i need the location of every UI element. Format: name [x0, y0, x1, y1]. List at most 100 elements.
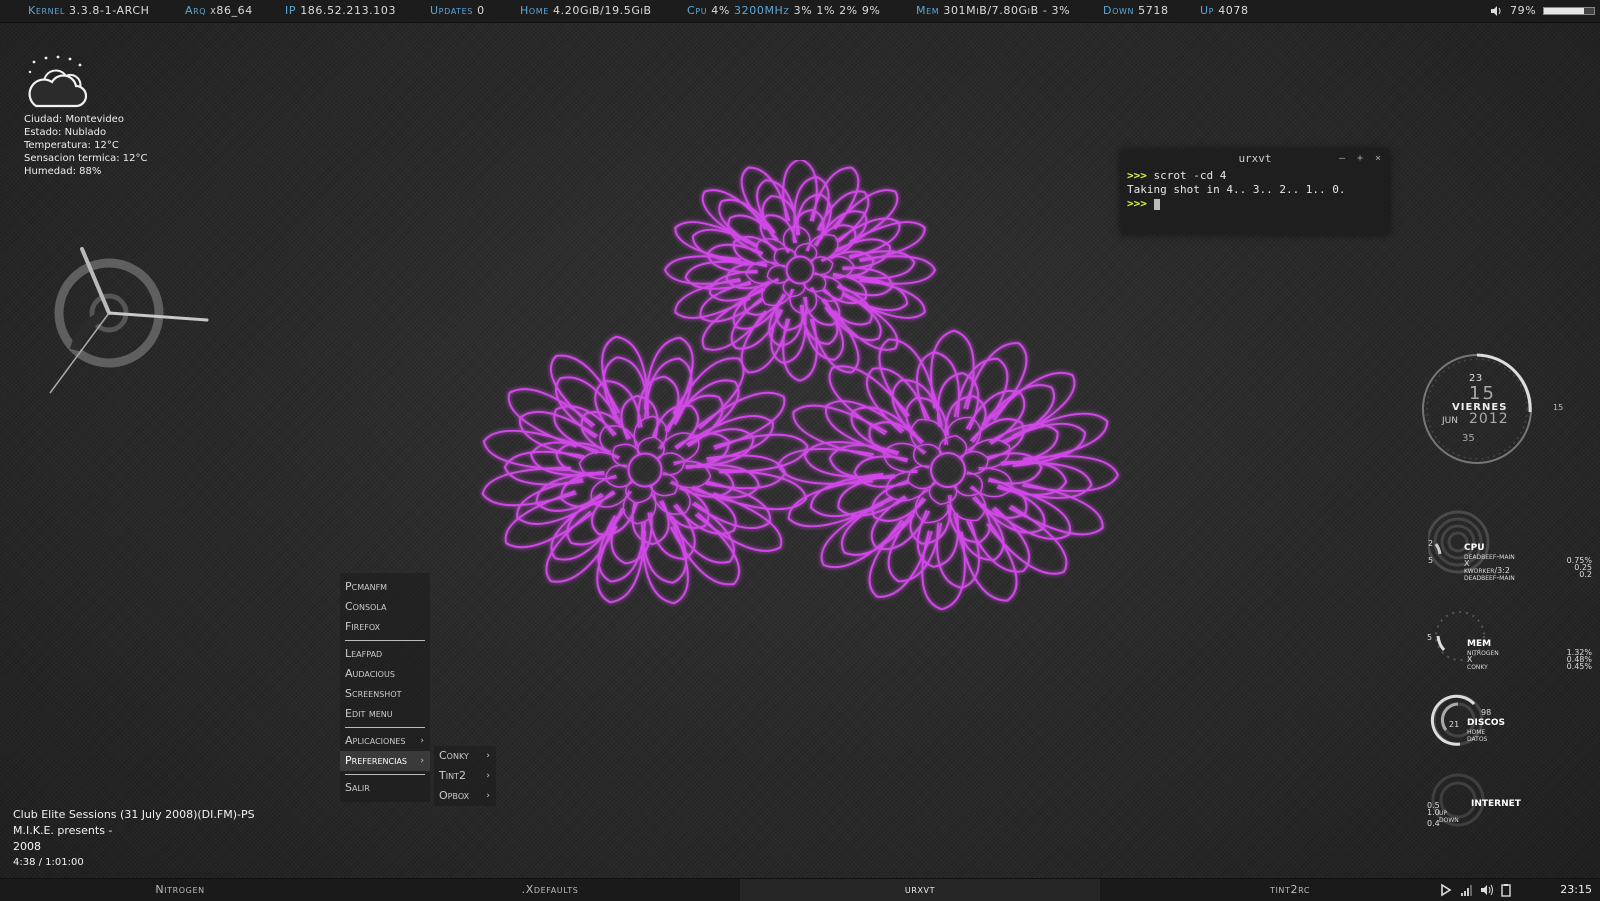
flower-center	[627, 452, 663, 488]
down-info: Down 5718	[1103, 0, 1169, 22]
terminal-output: Taking shot in 4.. 3.. 2.. 1.. 0.	[1127, 183, 1346, 196]
clipboard-icon[interactable]	[1500, 883, 1512, 897]
ip-label: IP	[285, 4, 297, 17]
terminal-title: urxvt	[1238, 152, 1272, 165]
submenu-arrow-icon: ›	[420, 736, 424, 746]
cpu-proc: deadbeef-main	[1464, 552, 1515, 561]
discos-gauge-title: DISCOS	[1467, 718, 1506, 728]
menu-item-salir[interactable]: Salir	[340, 778, 430, 798]
volume-icon[interactable]	[1480, 883, 1494, 897]
preferencias-submenu: Conky › Tint2 › Opbox ›	[434, 746, 496, 806]
terminal-prompt: >>>	[1127, 197, 1147, 210]
flower-wallpaper-art	[481, 160, 1119, 611]
date-widget: 23 15 VIERNES JUN 2012 35 15	[1418, 352, 1568, 470]
terminal-body[interactable]: >>> scrot -cd 4 Taking shot in 4.. 3.. 2…	[1121, 167, 1389, 213]
speaker-icon[interactable]	[1490, 0, 1502, 22]
analog-clock	[49, 247, 209, 394]
arch-info: Arq x86_64	[185, 0, 253, 22]
cpu-mark-5: 5	[1428, 556, 1434, 565]
arch-label: Arq	[185, 4, 207, 17]
internet-mark: 1.0	[1427, 808, 1440, 817]
up-label: Up	[1200, 4, 1215, 17]
menu-item-pcmanfm[interactable]: Pcmanfm	[340, 577, 430, 597]
ip-info: IP 186.52.213.103	[285, 0, 396, 22]
terminal-line: >>>	[1127, 197, 1383, 211]
flower-petal	[647, 503, 696, 560]
cpu-label: Cpu	[687, 4, 708, 17]
minimize-button[interactable]: –	[1339, 150, 1345, 167]
cpu-info: Cpu 4% 3200MHz 3% 1% 2% 9%	[687, 0, 881, 22]
menu-separator	[345, 640, 425, 641]
menu-item-aplicaciones[interactable]: Aplicaciones ›	[340, 731, 430, 751]
volume-bar[interactable]	[1543, 7, 1595, 15]
close-button[interactable]: ×	[1375, 150, 1381, 167]
submenu-item-tint2[interactable]: Tint2 ›	[434, 766, 496, 786]
submenu-arrow-icon: ›	[420, 756, 424, 766]
task-nitrogen[interactable]: Nitrogen	[0, 879, 360, 901]
now-playing-title: Club Elite Sessions (31 July 2008)(DI.FM…	[13, 808, 255, 821]
flower-petal	[482, 429, 578, 472]
menu-item-edit-menu[interactable]: Edit menu	[340, 704, 430, 724]
weather-temperature: Temperatura: 12°C	[24, 140, 119, 151]
submenu-item-opbox[interactable]: Opbox ›	[434, 786, 496, 806]
volume-value: 79%	[1510, 4, 1537, 17]
menu-item-preferencias[interactable]: Preferencias ›	[340, 751, 430, 771]
terminal-cursor	[1153, 198, 1160, 210]
terminal-window[interactable]: urxvt – + × >>> scrot -cd 4 Taking shot …	[1121, 150, 1389, 234]
terminal-line: >>> scrot -cd 4	[1127, 169, 1383, 183]
date-year: 2012	[1469, 411, 1509, 427]
menu-separator	[345, 774, 425, 775]
cpu-gauge: 2 5 CPU deadbeef-main X kworker/3:2 dead…	[1428, 509, 1598, 582]
date-right-mark: 15	[1553, 403, 1564, 412]
menu-item-screenshot[interactable]: Screenshot	[340, 684, 430, 704]
task-urxvt[interactable]: urxvt	[740, 879, 1100, 901]
kernel-value: 3.3.8-1-ARCH	[69, 4, 150, 17]
taskbar-clock[interactable]: 23:15	[1560, 879, 1592, 901]
submenu-item-label: Conky	[439, 749, 469, 762]
play-icon[interactable]	[1440, 883, 1452, 897]
kernel-label: Kernel	[28, 4, 65, 17]
cloudy-night-icon	[28, 55, 88, 108]
cpu-freq: 3200MHz	[734, 4, 790, 17]
submenu-item-conky[interactable]: Conky ›	[434, 746, 496, 766]
cpu-mark-2: 2	[1428, 539, 1434, 548]
date-second: 35	[1462, 433, 1475, 444]
cpu-value: 4%	[711, 4, 730, 17]
menu-item-audacious[interactable]: Audacious	[340, 664, 430, 684]
menu-item-leafpad[interactable]: Leafpad	[340, 644, 430, 664]
discos-mark: 21	[1449, 720, 1460, 729]
task-tint2rc[interactable]: tint2rc	[1110, 879, 1470, 901]
mem-label: Mem	[916, 4, 940, 17]
mem-values: 1.32% 0.48% 0.45%	[1567, 649, 1592, 671]
terminal-titlebar[interactable]: urxvt – + ×	[1121, 150, 1389, 167]
flower-petal	[905, 396, 949, 445]
submenu-arrow-icon: ›	[486, 791, 490, 801]
menu-item-label: Aplicaciones	[345, 734, 406, 747]
menu-item-label: Preferencias	[345, 754, 407, 767]
discos-mark: 98	[1481, 708, 1492, 717]
flower-petal	[712, 468, 808, 511]
volume-bar-fill	[1544, 8, 1584, 14]
openbox-root-menu: Pcmanfm Consola Firefox Leafpad Audaciou…	[340, 573, 430, 802]
terminal-command: scrot -cd 4	[1153, 169, 1227, 182]
updates-label: Updates	[430, 4, 473, 17]
home-value: 4.20GiB/19.5GiB	[553, 4, 652, 17]
menu-item-firefox[interactable]: Firefox	[340, 617, 430, 637]
weather-city: Ciudad: Montevideo	[24, 114, 124, 125]
now-playing-year: 2008	[13, 840, 41, 853]
top-status-bar: Kernel 3.3.8-1-ARCH Arq x86_64 IP 186.52…	[0, 0, 1600, 23]
mem-info: Mem 301MiB/7.80GiB - 3%	[916, 0, 1070, 22]
signal-icon[interactable]	[1460, 883, 1474, 897]
terminal-prompt: >>>	[1127, 169, 1147, 182]
taskbar: Nitrogen .Xdefaults urxvt tint2rc 23:15	[0, 878, 1600, 901]
menu-item-consola[interactable]: Consola	[340, 597, 430, 617]
internet-mark: 0.4	[1427, 819, 1440, 828]
maximize-button[interactable]: +	[1357, 150, 1363, 167]
system-tray: 23:15	[1440, 879, 1600, 901]
flower-center	[785, 255, 815, 285]
flower-petal	[594, 380, 643, 437]
submenu-item-label: Tint2	[439, 769, 466, 782]
task-xdefaults[interactable]: .Xdefaults	[370, 879, 730, 901]
discos-gauge: 98 21 DISCOS home datos	[1430, 690, 1580, 750]
weather-feels-like: Sensacion termica: 12°C	[24, 153, 148, 164]
